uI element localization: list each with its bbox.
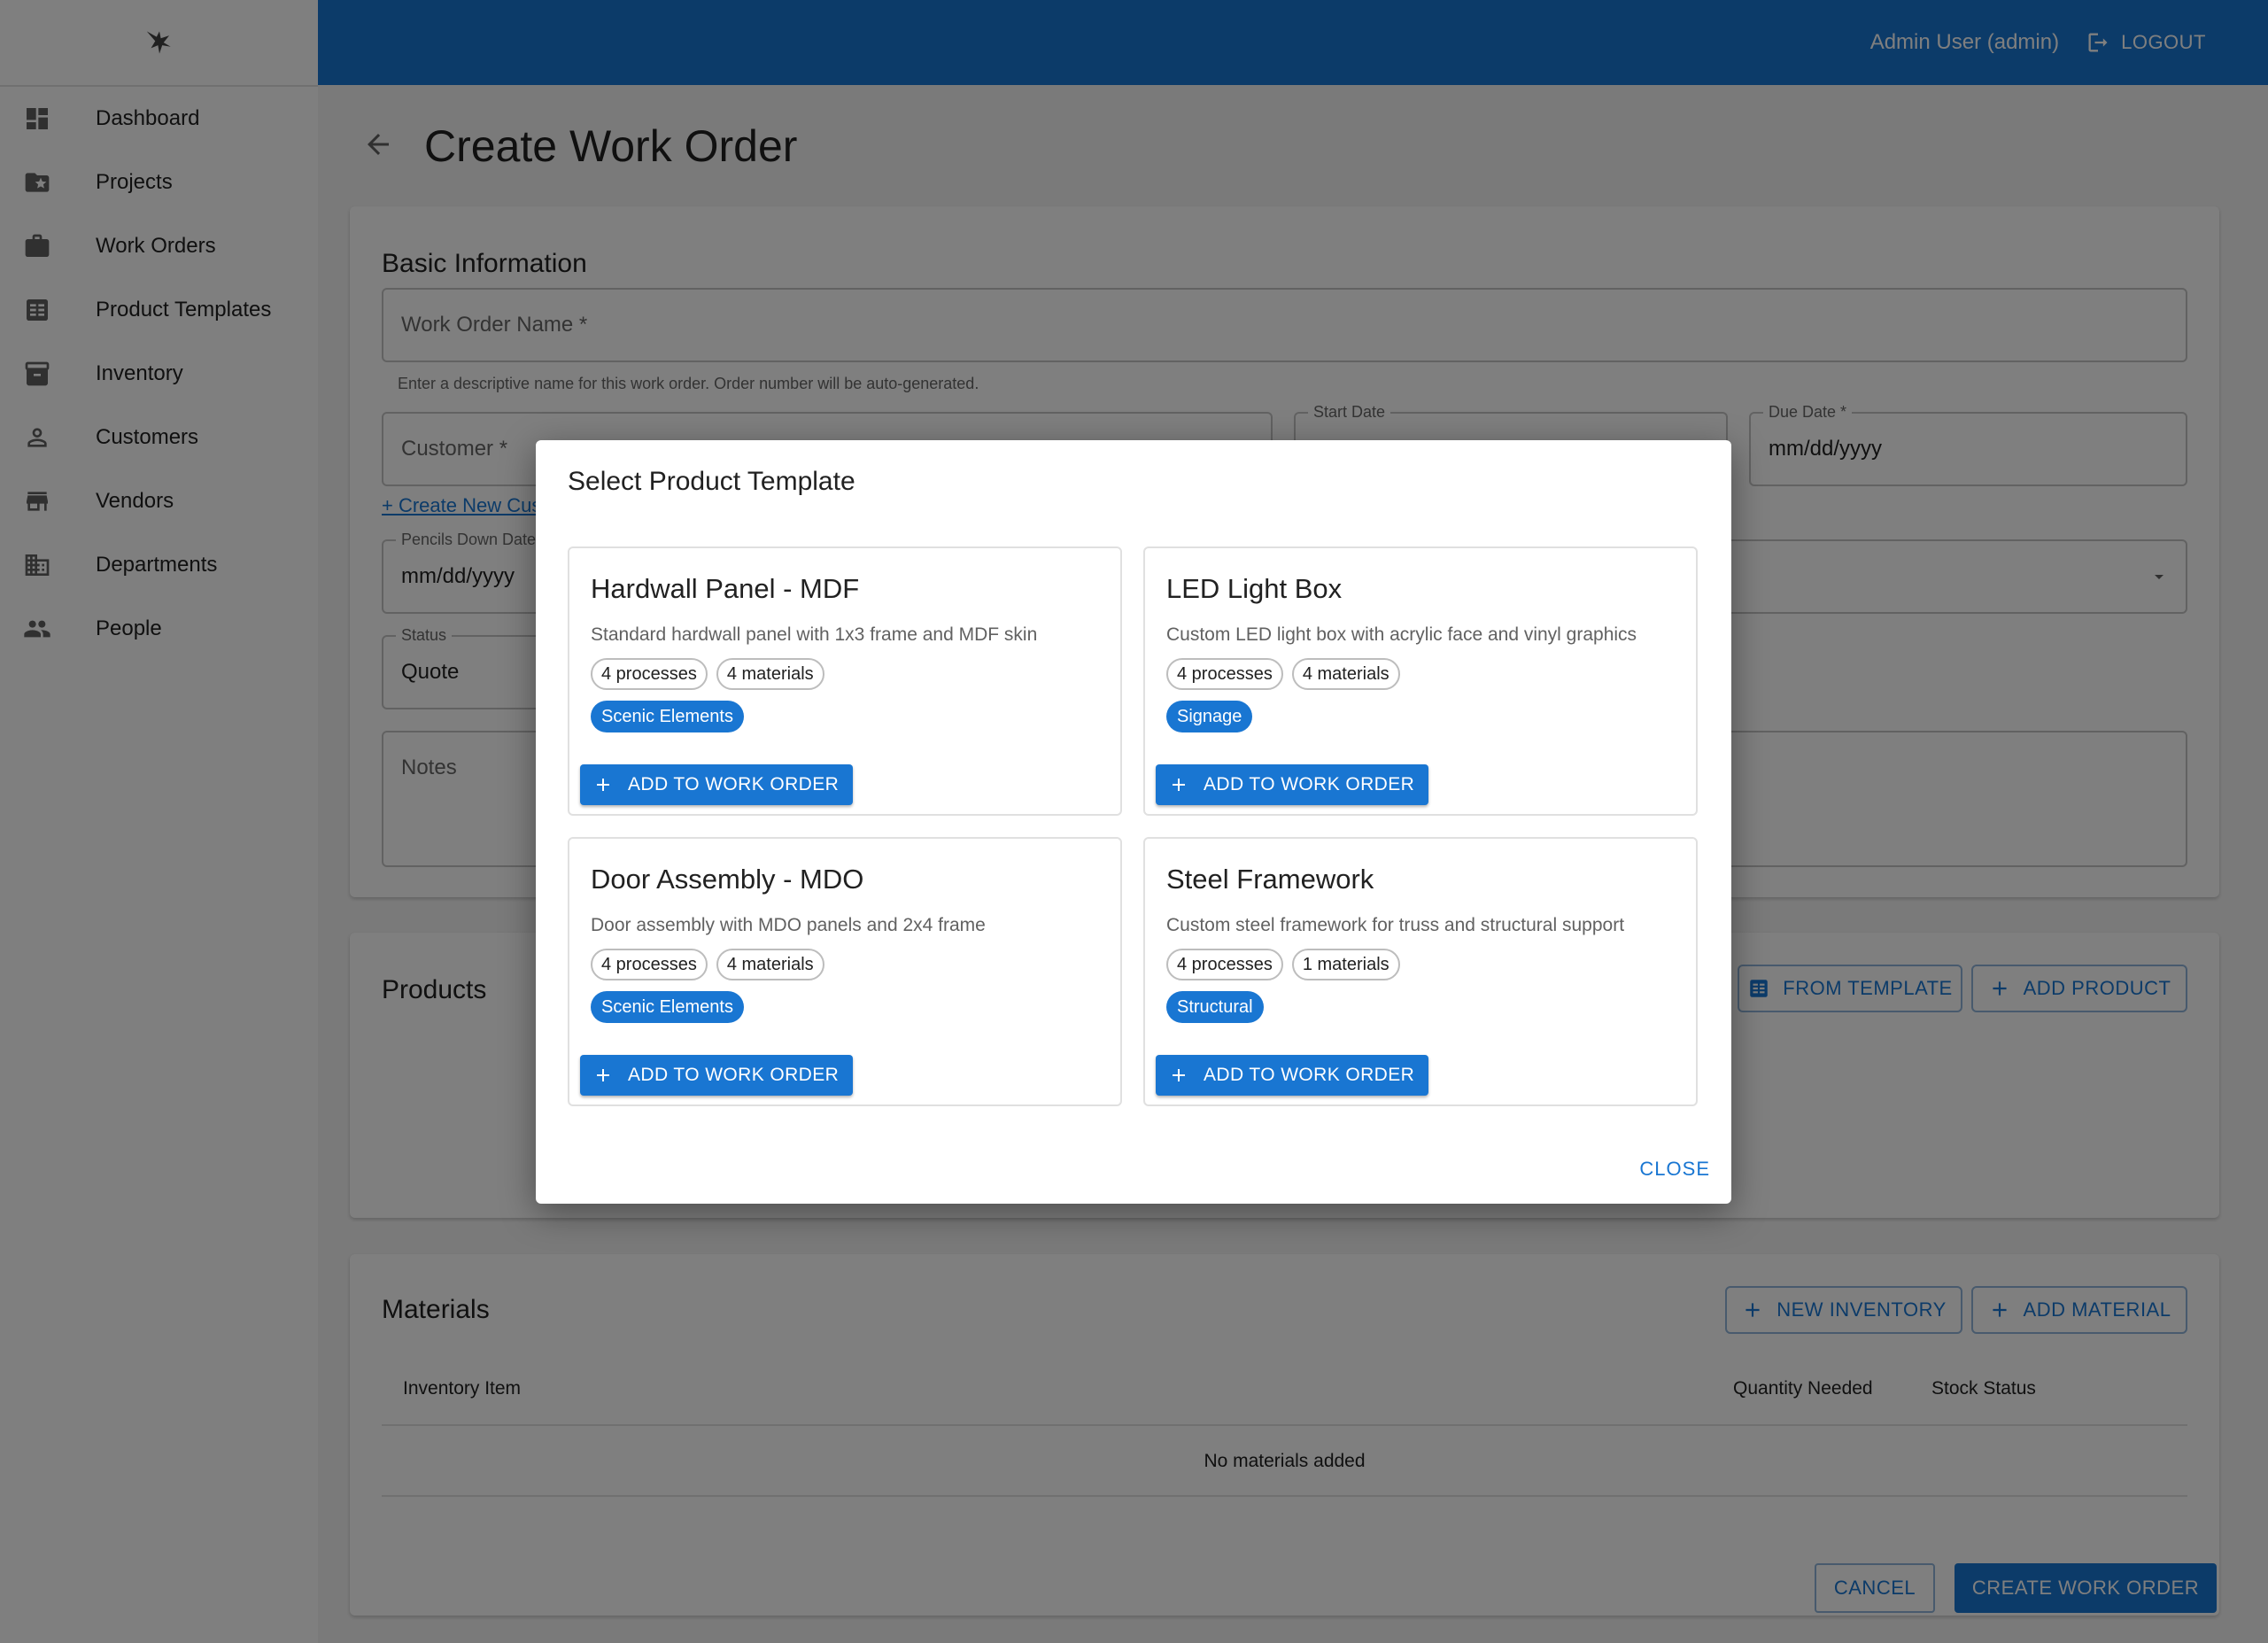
category-chip: Structural xyxy=(1166,991,1264,1023)
dialog-title: Select Product Template xyxy=(568,467,855,496)
add-to-work-order-label: ADD TO WORK ORDER xyxy=(628,1065,840,1085)
template-stats: 4 processes 1 materials xyxy=(1166,949,1409,980)
processes-chip: 4 processes xyxy=(1166,949,1283,980)
plus-icon xyxy=(597,1069,609,1081)
add-to-work-order-button[interactable]: ADD TO WORK ORDER xyxy=(580,1055,854,1096)
processes-chip: 4 processes xyxy=(1166,658,1283,690)
template-stats: 4 processes 4 materials xyxy=(1166,658,1409,690)
template-name: Door Assembly - MDO xyxy=(591,864,864,895)
template-stats: 4 processes 4 materials xyxy=(591,658,833,690)
plus-icon xyxy=(597,779,609,791)
template-card-led-light-box: LED Light Box Custom LED light box with … xyxy=(1143,546,1698,816)
category-chip: Scenic Elements xyxy=(591,991,744,1023)
template-card-hardwall-panel: Hardwall Panel - MDF Standard hardwall p… xyxy=(568,546,1122,816)
template-description: Door assembly with MDO panels and 2x4 fr… xyxy=(591,915,986,935)
plus-icon xyxy=(1173,1069,1185,1081)
plus-icon xyxy=(1173,779,1185,791)
add-to-work-order-button[interactable]: ADD TO WORK ORDER xyxy=(1156,1055,1429,1096)
template-description: Standard hardwall panel with 1x3 frame a… xyxy=(591,624,1038,645)
materials-chip: 4 materials xyxy=(1291,658,1400,690)
add-to-work-order-label: ADD TO WORK ORDER xyxy=(628,774,840,794)
add-to-work-order-label: ADD TO WORK ORDER xyxy=(1204,774,1415,794)
add-to-work-order-button[interactable]: ADD TO WORK ORDER xyxy=(1156,764,1429,805)
materials-chip: 4 materials xyxy=(716,949,824,980)
category-chip: Scenic Elements xyxy=(591,701,744,732)
add-to-work-order-button[interactable]: ADD TO WORK ORDER xyxy=(580,764,854,805)
template-name: LED Light Box xyxy=(1166,573,1343,604)
add-to-work-order-label: ADD TO WORK ORDER xyxy=(1204,1065,1415,1085)
template-description: Custom steel framework for truss and str… xyxy=(1166,915,1625,935)
template-card-door-assembly: Door Assembly - MDO Door assembly with M… xyxy=(568,837,1122,1106)
processes-chip: 4 processes xyxy=(591,949,708,980)
processes-chip: 4 processes xyxy=(591,658,708,690)
category-chip: Signage xyxy=(1166,701,1253,732)
select-product-template-dialog: Select Product Template Hardwall Panel -… xyxy=(536,440,1731,1204)
template-card-steel-framework: Steel Framework Custom steel framework f… xyxy=(1143,837,1698,1106)
template-description: Custom LED light box with acrylic face a… xyxy=(1166,624,1637,645)
close-button[interactable]: CLOSE xyxy=(1639,1158,1710,1181)
template-name: Hardwall Panel - MDF xyxy=(591,573,860,604)
template-stats: 4 processes 4 materials xyxy=(591,949,833,980)
template-name: Steel Framework xyxy=(1166,864,1374,895)
materials-chip: 1 materials xyxy=(1291,949,1400,980)
materials-chip: 4 materials xyxy=(716,658,824,690)
